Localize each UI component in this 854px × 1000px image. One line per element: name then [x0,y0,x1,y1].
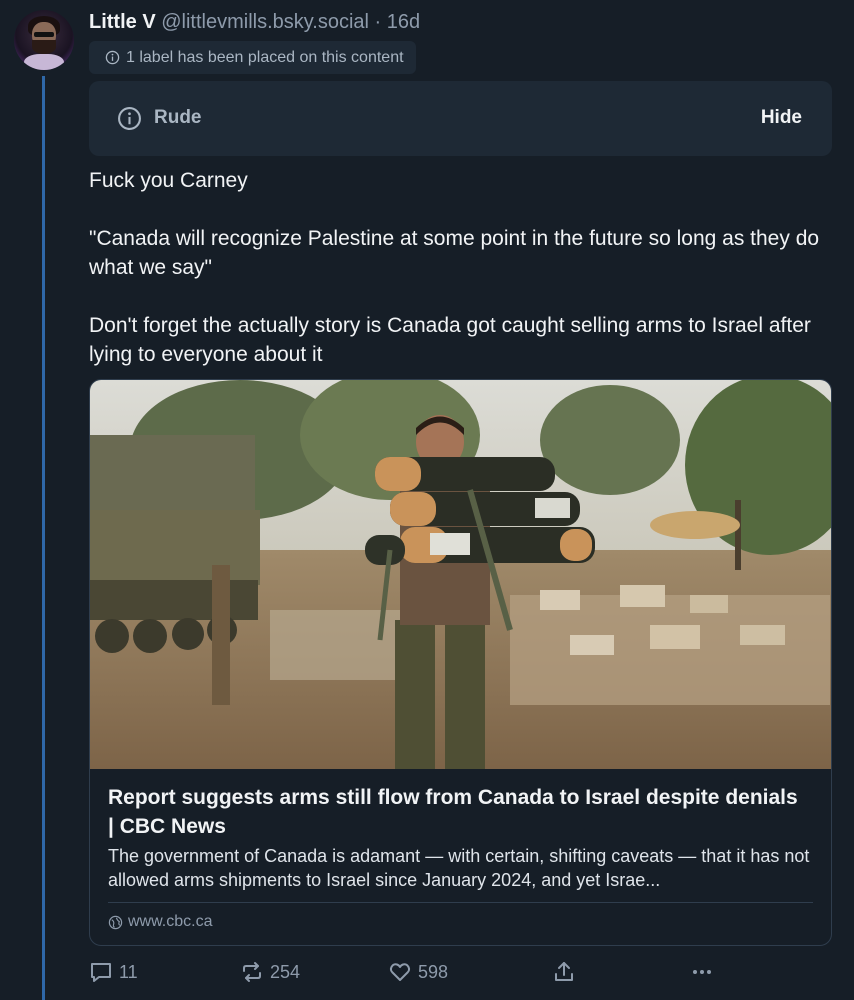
card-domain: www.cbc.ca [108,913,212,931]
card-title[interactable]: Report suggests arms still flow from Can… [108,783,808,841]
more-icon [693,970,711,974]
post-header: Little V @littlevmills.bsky.social · 16d [89,9,420,35]
post-text: Fuck you Carney "Canada will recognize P… [89,166,837,369]
more-options-button[interactable] [690,960,720,984]
post-paragraph: "Canada will recognize Palestine at some… [89,227,820,279]
post-paragraph: Fuck you Carney [89,169,248,192]
hide-button[interactable]: Hide [761,107,802,129]
share-button[interactable] [552,960,582,984]
share-icon [555,962,573,981]
info-icon [105,50,120,65]
label-notice-text: 1 label has been placed on this content [126,48,404,66]
info-icon [117,106,142,136]
card-image-soldier-photo [90,380,831,769]
card-image[interactable] [90,380,831,769]
card-domain-text: www.cbc.ca [128,913,213,930]
thread-line [42,76,45,1000]
card-description: The government of Canada is adamant — wi… [108,846,810,890]
post: Little V @littlevmills.bsky.social · 16d… [0,0,854,1000]
reply-icon [91,963,111,982]
post-paragraph: Don't forget the actually story is Canad… [89,314,811,366]
like-count: 598 [418,961,449,982]
card-divider [108,902,813,903]
content-warning: Rude Hide [89,81,832,156]
avatar[interactable] [14,10,74,70]
content-warning-label: Rude [154,107,202,128]
author-handle[interactable]: @littlevmills.bsky.social [161,11,369,33]
link-card[interactable]: Report suggests arms still flow from Can… [89,379,832,946]
repost-icon [243,962,261,982]
heart-icon [389,963,411,981]
author-name[interactable]: Little V [89,11,156,33]
post-age[interactable]: 16d [387,11,420,33]
reply-button[interactable]: 11 [89,960,138,984]
post-actions: 11 254 598 [89,960,729,990]
repost-button[interactable]: 254 [240,960,300,984]
globe-icon [108,915,123,930]
label-notice-button[interactable]: 1 label has been placed on this content [89,41,416,74]
like-button[interactable]: 598 [388,960,448,984]
repost-count: 254 [270,961,301,982]
reply-count: 11 [119,961,138,982]
separator-dot: · [374,11,382,33]
